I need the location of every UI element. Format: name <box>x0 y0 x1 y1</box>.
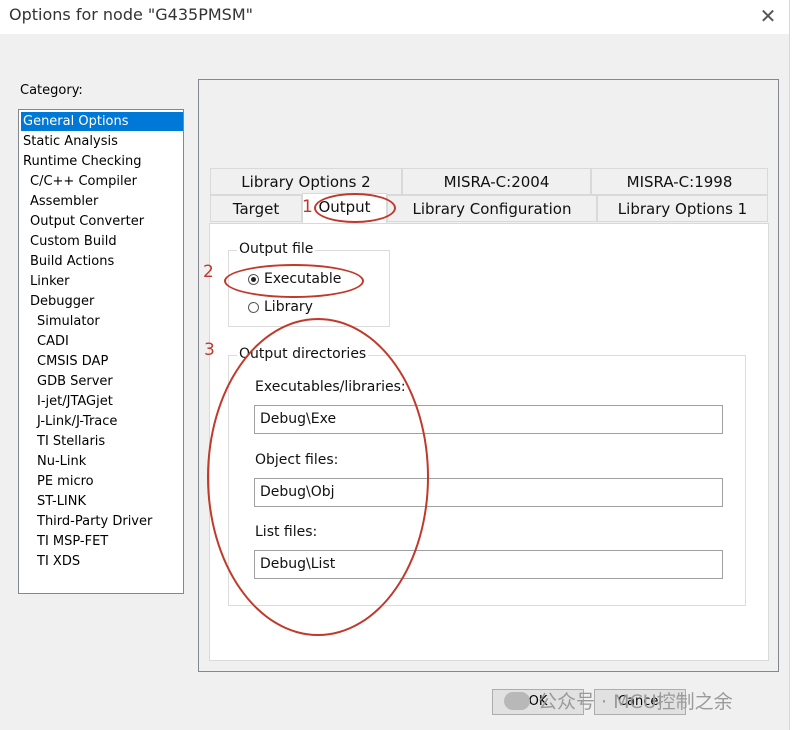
category-item-c-compiler[interactable]: C/C++ Compiler <box>30 172 137 191</box>
executables-field[interactable]: Debug\Exe <box>254 405 723 434</box>
category-item-simulator[interactable]: Simulator <box>37 312 100 331</box>
radio-library-label: Library <box>264 299 313 315</box>
tab-misra-c-2004[interactable]: MISRA-C:2004 <box>402 168 591 195</box>
category-item-st-link[interactable]: ST-LINK <box>37 492 86 511</box>
annotation-number-1: 1 <box>302 197 313 217</box>
category-item-cadi[interactable]: CADI <box>37 332 69 351</box>
category-item-output-converter[interactable]: Output Converter <box>30 212 144 231</box>
tab-library-configuration[interactable]: Library Configuration <box>387 195 597 222</box>
tab-library-options-2[interactable]: Library Options 2 <box>210 168 402 195</box>
window-title: Options for node "G435PMSM" <box>9 5 253 24</box>
tab-output[interactable]: Output <box>302 193 387 223</box>
tab-target[interactable]: Target <box>210 195 302 222</box>
annotation-number-2: 2 <box>203 262 214 282</box>
category-item-general-options[interactable]: General Options <box>21 112 183 131</box>
radio-library[interactable]: Library <box>248 299 313 315</box>
tab-library-options-1[interactable]: Library Options 1 <box>597 195 768 222</box>
output-file-label: Output file <box>237 241 316 257</box>
executables-label: Executables/libraries: <box>255 379 406 395</box>
category-item-ti-msp-fet[interactable]: TI MSP-FET <box>37 532 108 551</box>
tab-misra-c-1998[interactable]: MISRA-C:1998 <box>591 168 768 195</box>
title-bar: Options for node "G435PMSM" ✕ <box>0 0 797 34</box>
watermark: 公众号 · MCU控制之余 <box>504 687 733 714</box>
category-item-j-link[interactable]: J-Link/J-Trace <box>37 412 117 431</box>
radio-checked-icon <box>248 273 259 285</box>
category-item-assembler[interactable]: Assembler <box>30 192 98 211</box>
radio-executable[interactable]: Executable <box>248 271 341 287</box>
category-list[interactable]: General Options Static Analysis Runtime … <box>18 109 184 594</box>
category-item-ti-stellaris[interactable]: TI Stellaris <box>37 432 105 451</box>
output-directories-label: Output directories <box>237 346 369 362</box>
output-file-group <box>228 250 390 327</box>
list-files-label: List files: <box>255 524 318 540</box>
category-item-i-jet[interactable]: I-jet/JTAGjet <box>37 392 113 411</box>
category-item-third-party-driver[interactable]: Third-Party Driver <box>37 512 152 531</box>
radio-executable-label: Executable <box>264 271 342 287</box>
radio-unchecked-icon <box>248 301 259 313</box>
category-item-custom-build[interactable]: Custom Build <box>30 232 117 251</box>
watermark-text: 公众号 · MCU控制之余 <box>538 691 733 713</box>
category-item-debugger[interactable]: Debugger <box>30 292 94 311</box>
close-icon[interactable]: ✕ <box>758 4 778 28</box>
category-item-runtime-checking[interactable]: Runtime Checking <box>23 152 142 171</box>
category-label: Category: <box>20 83 83 98</box>
category-item-static-analysis[interactable]: Static Analysis <box>23 132 118 151</box>
background-editor-strip <box>789 0 797 730</box>
annotation-number-3: 3 <box>204 340 215 360</box>
category-item-gdb-server[interactable]: GDB Server <box>37 372 113 391</box>
category-item-nu-link[interactable]: Nu-Link <box>37 452 86 471</box>
category-item-build-actions[interactable]: Build Actions <box>30 252 114 271</box>
object-files-label: Object files: <box>255 452 339 468</box>
list-files-field[interactable]: Debug\List <box>254 550 723 579</box>
category-item-linker[interactable]: Linker <box>30 272 70 291</box>
category-item-cmsis-dap[interactable]: CMSIS DAP <box>37 352 108 371</box>
category-item-ti-xds[interactable]: TI XDS <box>37 552 80 571</box>
object-files-field[interactable]: Debug\Obj <box>254 478 723 507</box>
wechat-logo-icon <box>504 691 530 710</box>
category-item-pe-micro[interactable]: PE micro <box>37 472 94 491</box>
